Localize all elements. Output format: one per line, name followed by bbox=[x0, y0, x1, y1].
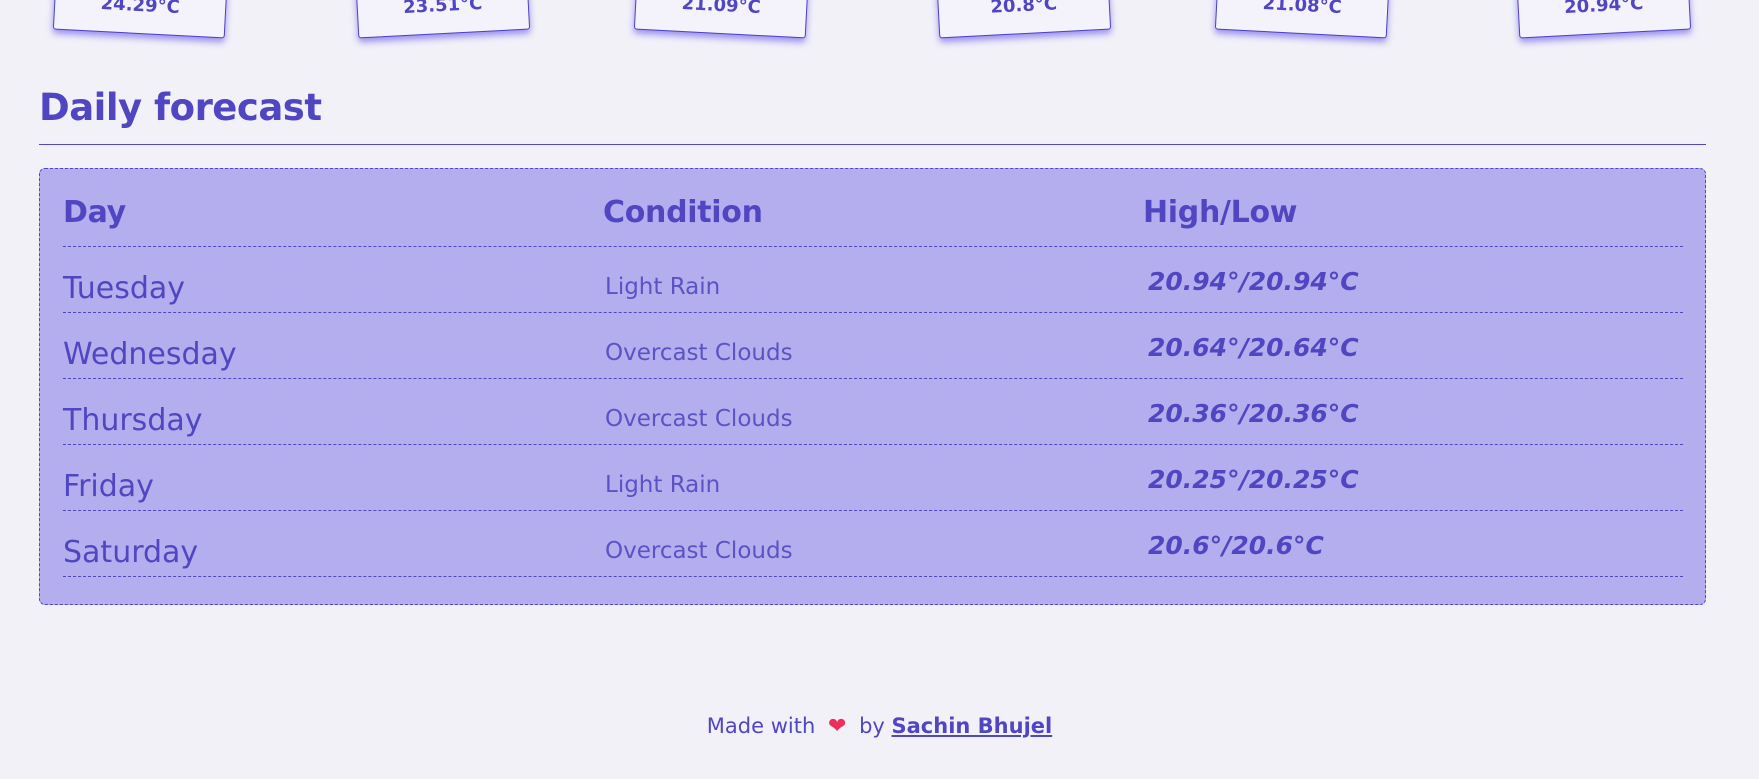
table-row: Wednesday Overcast Clouds 20.64°/20.64°C bbox=[63, 313, 1683, 379]
hourly-temp: 21.09°C bbox=[681, 0, 762, 19]
row-condition: Overcast Clouds bbox=[605, 406, 793, 432]
hourly-temp: 20.8°C bbox=[989, 0, 1058, 18]
header-day: Day bbox=[63, 195, 126, 230]
row-high-low: 20.94°/20.94°C bbox=[1148, 267, 1359, 296]
hourly-card: 21.08°C bbox=[1214, 0, 1390, 39]
row-day: Tuesday bbox=[63, 271, 186, 306]
footer-by: by bbox=[859, 714, 885, 738]
hourly-card: 21.09°C bbox=[633, 0, 809, 39]
hourly-card: 20.8°C bbox=[936, 0, 1112, 39]
table-row: Thursday Overcast Clouds 20.36°/20.36°C bbox=[63, 379, 1683, 445]
hourly-card: 23.51°C bbox=[355, 0, 531, 39]
table-header: Day Condition High/Low bbox=[63, 169, 1683, 247]
footer-made-with: Made with bbox=[706, 714, 816, 738]
hourly-temp: 23.51°C bbox=[402, 0, 483, 19]
row-condition: Overcast Clouds bbox=[605, 538, 793, 564]
row-high-low: 20.25°/20.25°C bbox=[1148, 465, 1359, 494]
table-row: Friday Light Rain 20.25°/20.25°C bbox=[63, 445, 1683, 511]
heart-icon: ❤ bbox=[827, 714, 847, 739]
hourly-card: 20.94°C bbox=[1516, 0, 1692, 39]
row-day: Wednesday bbox=[63, 337, 237, 372]
row-day: Thursday bbox=[63, 403, 203, 438]
row-high-low: 20.6°/20.6°C bbox=[1148, 531, 1324, 560]
title-divider bbox=[39, 144, 1706, 145]
row-condition: Light Rain bbox=[605, 274, 721, 300]
page: 24.29°C 23.51°C 21.09°C 20.8°C 21.08°C 2… bbox=[0, 0, 1759, 779]
header-condition: Condition bbox=[603, 195, 763, 230]
hourly-temp: 21.08°C bbox=[1262, 0, 1343, 19]
row-day: Friday bbox=[63, 469, 154, 504]
daily-forecast-table: Day Condition High/Low Tuesday Light Rai… bbox=[39, 168, 1706, 605]
row-high-low: 20.36°/20.36°C bbox=[1148, 399, 1359, 428]
row-day: Saturday bbox=[63, 535, 199, 570]
table-row: Tuesday Light Rain 20.94°/20.94°C bbox=[63, 247, 1683, 313]
hourly-temp: 20.94°C bbox=[1563, 0, 1644, 19]
hourly-card: 24.29°C bbox=[52, 0, 228, 39]
table-row: Saturday Overcast Clouds 20.6°/20.6°C bbox=[63, 511, 1683, 577]
hourly-forecast-strip: 24.29°C 23.51°C 21.09°C 20.8°C 21.08°C 2… bbox=[0, 0, 1759, 40]
author-link[interactable]: Sachin Bhujel bbox=[892, 714, 1053, 738]
header-high-low: High/Low bbox=[1143, 195, 1298, 230]
row-high-low: 20.64°/20.64°C bbox=[1148, 333, 1359, 362]
footer: Made with ❤ by Sachin Bhujel bbox=[0, 714, 1759, 739]
row-condition: Light Rain bbox=[605, 472, 721, 498]
hourly-temp: 24.29°C bbox=[100, 0, 181, 19]
row-condition: Overcast Clouds bbox=[605, 340, 793, 366]
daily-forecast-title: Daily forecast bbox=[39, 86, 322, 129]
